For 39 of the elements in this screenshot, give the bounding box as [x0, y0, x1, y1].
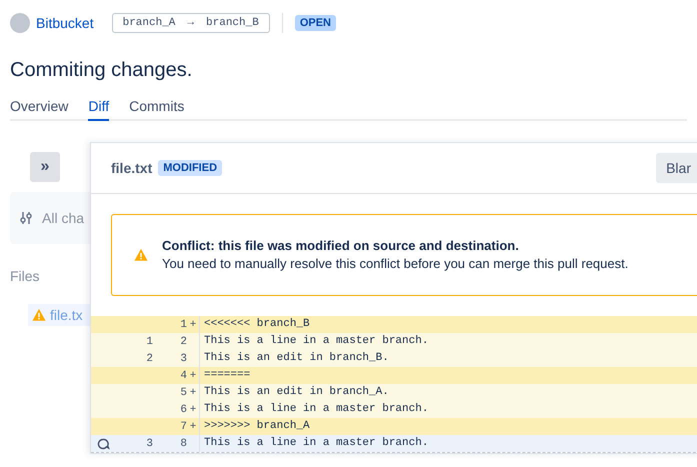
modified-badge: MODIFIED — [158, 160, 222, 176]
change-sign: + — [188, 420, 198, 432]
filter-label: All cha — [42, 210, 84, 226]
old-line-number: 1 — [145, 336, 153, 348]
file-name: file.txt — [111, 160, 152, 176]
tab[interactable]: Overview — [10, 98, 68, 121]
new-line-number: 6 — [179, 404, 187, 416]
pull-request-title: Commiting changes. — [10, 59, 194, 82]
old-line-number: 2 — [145, 352, 153, 364]
alert-message: You need to manually resolve this conflict before you can merge this pull request. — [162, 255, 628, 273]
new-line-number: 1 — [179, 318, 187, 330]
comment-icon[interactable] — [96, 438, 110, 450]
new-line-number: 2 — [179, 336, 187, 348]
warning-icon — [32, 308, 46, 322]
new-line-number: 8 — [179, 438, 187, 450]
target-branch: branch_B — [206, 17, 259, 29]
blame-button[interactable]: Blar — [656, 153, 697, 183]
change-sign: + — [188, 318, 198, 330]
tab[interactable]: Diff — [88, 98, 110, 121]
new-line-number: 5 — [179, 386, 187, 398]
code-line: This is a line in a master branch. — [199, 435, 697, 452]
status-badge: OPEN — [294, 15, 336, 31]
expand-button[interactable]: » — [30, 152, 60, 182]
files-heading: Files — [10, 268, 41, 284]
repository-link[interactable]: Bitbucket — [36, 15, 94, 31]
new-line-number: 7 — [179, 420, 187, 432]
source-branch: branch_A — [122, 17, 176, 29]
alert-title: Conflict: this file was modified on source and destination. — [162, 237, 520, 255]
sliders-icon — [20, 211, 32, 225]
change-sign: + — [188, 386, 198, 398]
warning-icon — [134, 248, 148, 262]
arrow-glyph: → — [187, 17, 194, 29]
old-line-number: 3 — [145, 438, 153, 450]
change-sign: + — [188, 370, 198, 382]
new-line-number: 3 — [179, 352, 187, 364]
change-sign: + — [188, 404, 198, 416]
tab[interactable]: Commits — [129, 98, 184, 121]
new-line-number: 4 — [179, 370, 187, 382]
file-name: file.tx — [50, 307, 83, 323]
